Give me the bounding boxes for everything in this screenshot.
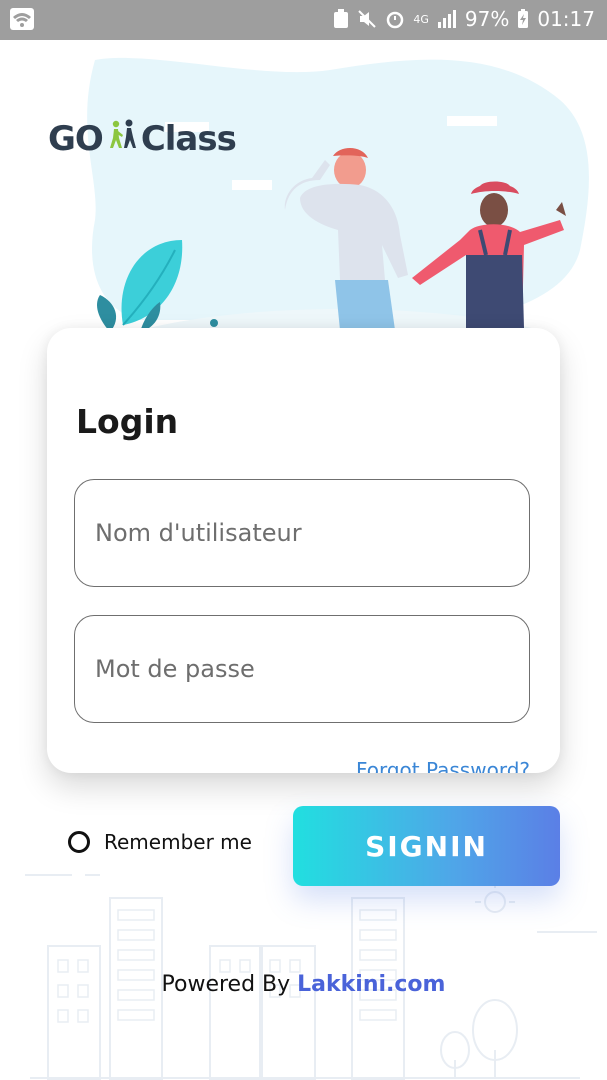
wifi-icon (10, 8, 34, 34)
battery-percent: 97% (464, 7, 510, 31)
mute-icon (357, 9, 377, 29)
powered-by-prefix: Powered By (161, 972, 298, 997)
city-background (25, 874, 597, 1080)
powered-by: Powered By Lakkini.com (0, 972, 607, 997)
logo-text-go: GO (48, 118, 104, 159)
network-label: 4G (413, 12, 429, 26)
clock: 01:17 (537, 7, 595, 31)
hero-illustration (87, 57, 589, 332)
username-field[interactable] (74, 479, 530, 587)
walking-people-icon (107, 118, 137, 159)
login-title: Login (76, 402, 179, 441)
password-field[interactable] (74, 615, 530, 723)
app-logo: GO Class (48, 118, 237, 159)
logo-text-class: Class (140, 118, 237, 159)
login-card: Login Forgot Password? (47, 328, 560, 773)
remember-me-radio[interactable] (68, 831, 90, 853)
username-input[interactable] (75, 480, 529, 586)
status-bar: 4G 97% 01:17 (0, 0, 607, 40)
signal-icon (437, 10, 457, 28)
recycle-icon (333, 9, 349, 29)
password-input[interactable] (75, 616, 529, 722)
remember-me-label: Remember me (104, 830, 252, 854)
signin-button[interactable]: SIGNIN (293, 806, 560, 886)
alarm-icon (385, 9, 405, 29)
powered-by-brand[interactable]: Lakkini.com (297, 972, 445, 997)
battery-icon (517, 9, 529, 29)
forgot-password-link[interactable]: Forgot Password? (356, 758, 530, 773)
remember-me[interactable]: Remember me (68, 830, 252, 854)
